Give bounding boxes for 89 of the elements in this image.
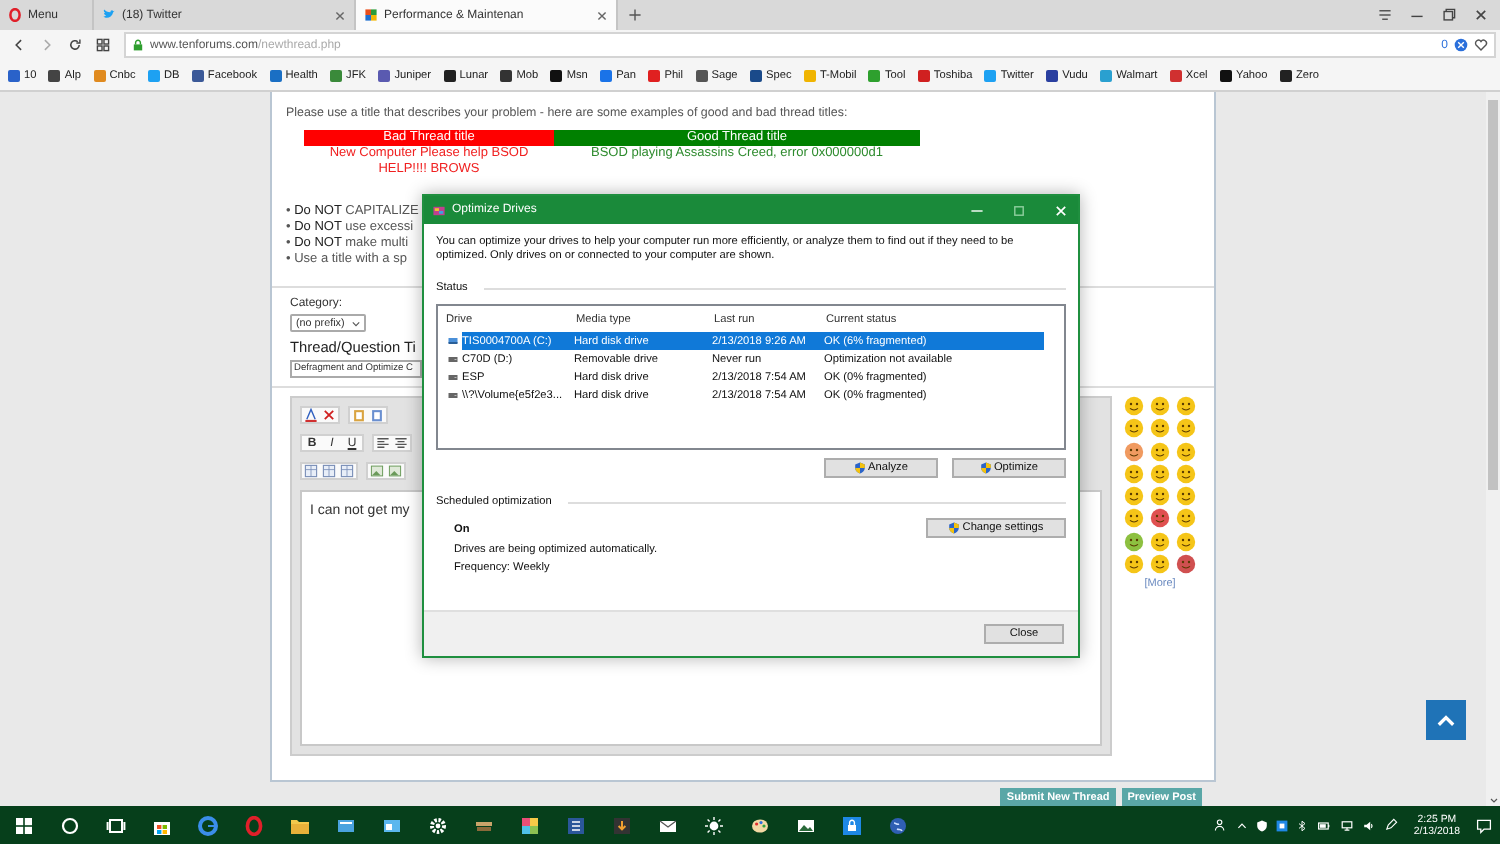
lock-icon[interactable]	[841, 815, 861, 835]
reload-icon[interactable]	[68, 38, 82, 52]
smiley-icon[interactable]	[1150, 463, 1170, 484]
sun-icon[interactable]	[703, 815, 723, 835]
smiley-icon[interactable]	[1150, 531, 1170, 552]
document-icon[interactable]	[565, 815, 585, 835]
smiley-icon[interactable]	[1176, 418, 1196, 439]
lock-icon	[132, 38, 144, 52]
scrollbar[interactable]	[1486, 92, 1500, 806]
table-icon[interactable]	[304, 464, 318, 478]
download-icon[interactable]	[611, 815, 631, 835]
scroll-thumb[interactable]	[1488, 100, 1498, 490]
smiley-icon[interactable]	[1176, 554, 1196, 575]
shield-icon[interactable]	[1255, 819, 1268, 831]
drive-icon	[446, 354, 460, 364]
shield-icon	[854, 462, 867, 474]
smiley-icon[interactable]	[1124, 418, 1144, 439]
scroll-top-button[interactable]	[1426, 700, 1466, 740]
browser-logo-icon	[8, 8, 22, 22]
browser-icon[interactable]	[243, 815, 263, 835]
back-icon[interactable]	[12, 38, 26, 52]
smiley-icon[interactable]	[1176, 531, 1196, 552]
close-icon[interactable]	[1474, 8, 1488, 22]
globe-icon[interactable]	[887, 815, 907, 835]
menu-icon[interactable]	[1378, 8, 1392, 22]
app-icon[interactable]	[1275, 819, 1288, 831]
table-icon[interactable]	[340, 464, 354, 478]
smiley-icon[interactable]	[1176, 508, 1196, 529]
mail-icon[interactable]	[657, 815, 677, 835]
smiley-icon[interactable]	[1150, 418, 1170, 439]
bluetooth-icon[interactable]	[1295, 819, 1308, 831]
smiley-icon[interactable]	[1150, 554, 1170, 575]
grid-icon[interactable]	[96, 38, 110, 52]
battery-icon[interactable]	[1315, 819, 1332, 831]
close-icon[interactable]	[596, 9, 608, 21]
table-icon[interactable]	[322, 464, 336, 478]
blocker-icon[interactable]	[1454, 38, 1468, 52]
scroll-down-icon[interactable]	[1487, 796, 1499, 806]
image-icon[interactable]	[370, 464, 384, 478]
app-icon[interactable]	[519, 815, 539, 835]
remove-format-icon[interactable]	[322, 408, 336, 422]
smiley-icon[interactable]	[1150, 508, 1170, 529]
palette-icon[interactable]	[749, 815, 769, 835]
shield-icon	[979, 462, 992, 474]
task-view-icon[interactable]	[105, 815, 125, 835]
smiley-icon[interactable]	[1150, 441, 1170, 462]
settings-icon[interactable]	[427, 815, 447, 835]
align-center-icon[interactable]	[394, 436, 408, 450]
defrag-icon	[432, 203, 446, 217]
site-icon	[364, 8, 378, 22]
network-icon[interactable]	[1339, 819, 1354, 831]
smiley-icon[interactable]	[1124, 531, 1144, 552]
smiley-icon[interactable]	[1124, 463, 1144, 484]
browser-icon[interactable]	[197, 815, 217, 835]
bird-icon	[102, 8, 116, 22]
notification-icon[interactable]	[1476, 817, 1492, 833]
caret-icon	[352, 319, 360, 327]
smiley-icon[interactable]	[1124, 554, 1144, 575]
chevron-up-icon[interactable]	[1235, 819, 1248, 831]
image-icon[interactable]	[388, 464, 402, 478]
search-icon[interactable]	[59, 815, 79, 835]
drive-icon	[446, 336, 460, 346]
heart-icon[interactable]	[1474, 38, 1488, 52]
smiley-icon[interactable]	[1176, 441, 1196, 462]
smiley-icon[interactable]	[1176, 486, 1196, 507]
maximize-icon[interactable]	[1442, 8, 1456, 22]
smiley-icon[interactable]	[1176, 396, 1196, 416]
smiley-icon[interactable]	[1124, 508, 1144, 529]
smiley-icon[interactable]	[1124, 396, 1144, 416]
drive-icon	[446, 372, 460, 382]
smiley-icon[interactable]	[1150, 486, 1170, 507]
smiley-icon[interactable]	[1124, 486, 1144, 507]
volume-icon[interactable]	[1361, 819, 1376, 831]
font-color-icon[interactable]	[304, 408, 318, 422]
pen-icon[interactable]	[1383, 818, 1398, 832]
new-tab-icon[interactable]	[628, 8, 642, 22]
window-icon[interactable]	[335, 815, 355, 835]
shield-icon	[948, 522, 961, 534]
drive-icon	[446, 390, 460, 400]
people-icon[interactable]	[1213, 818, 1228, 832]
close-icon[interactable]	[334, 9, 346, 21]
smiley-icon[interactable]	[1176, 463, 1196, 484]
photo-icon[interactable]	[795, 815, 815, 835]
smiley-icon[interactable]	[1124, 441, 1144, 462]
start-icon[interactable]	[13, 815, 33, 835]
smiley-icon[interactable]	[1150, 396, 1170, 416]
align-left-icon[interactable]	[376, 436, 390, 450]
folder-icon[interactable]	[289, 815, 309, 835]
window-icon[interactable]	[381, 815, 401, 835]
